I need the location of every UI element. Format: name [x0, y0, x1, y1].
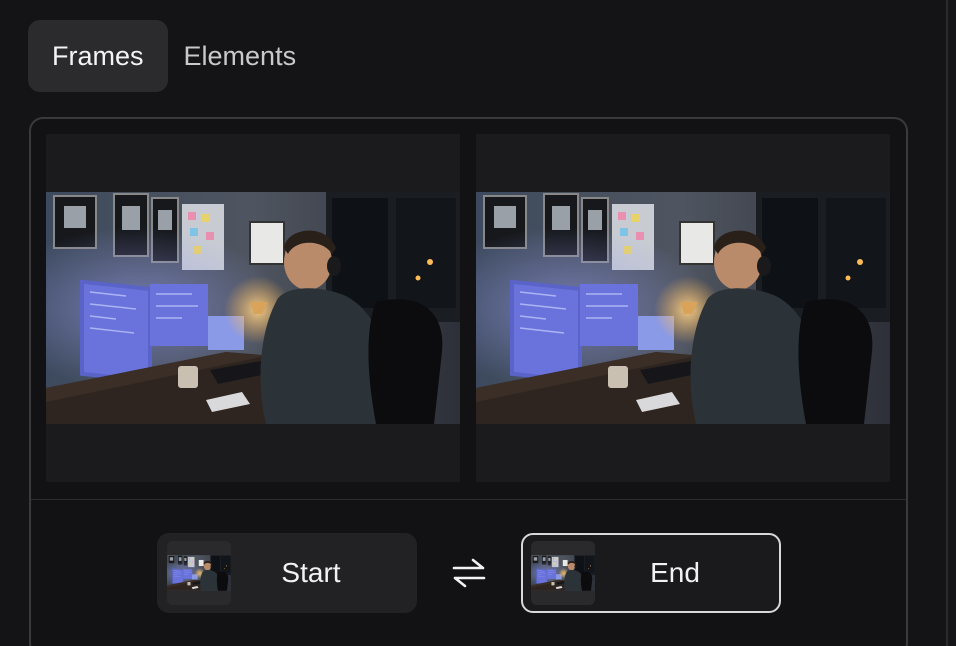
- end-frame-button[interactable]: End: [521, 533, 781, 613]
- start-thumbnail: [167, 541, 231, 605]
- card-divider: [31, 499, 906, 500]
- end-thumbnail: [531, 541, 595, 605]
- tab-bar: Frames Elements: [28, 20, 320, 92]
- start-frame-image: [46, 192, 460, 424]
- swap-arrows-icon[interactable]: [449, 553, 489, 593]
- tab-elements[interactable]: Elements: [168, 20, 321, 92]
- start-label: Start: [281, 557, 341, 588]
- end-frame-preview[interactable]: [476, 134, 890, 482]
- end-label: End: [650, 557, 700, 588]
- start-frame-button[interactable]: Start: [157, 533, 417, 613]
- frame-preview-row: [46, 134, 890, 482]
- end-frame-image: [476, 192, 890, 424]
- scrollbar[interactable]: [946, 0, 956, 646]
- tab-frames[interactable]: Frames: [28, 20, 168, 92]
- frames-card: Start End: [29, 117, 908, 646]
- start-frame-preview[interactable]: [46, 134, 460, 482]
- frames-panel: Frames Elements Start End: [0, 0, 956, 646]
